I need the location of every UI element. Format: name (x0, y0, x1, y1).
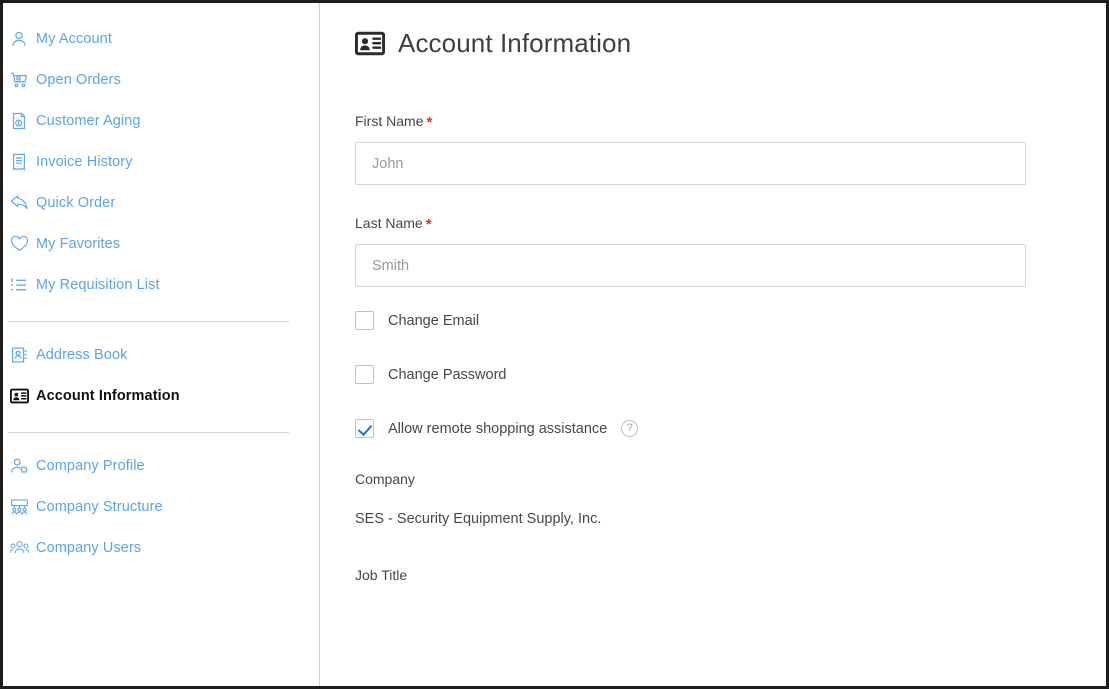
reply-arrow-icon (8, 192, 30, 214)
sidebar-item-label: My Favorites (36, 236, 121, 252)
heart-icon (8, 233, 30, 255)
sidebar-item-invoice-history[interactable]: Invoice History (3, 147, 319, 177)
sidebar-item-label: Company Profile (36, 458, 145, 474)
user-icon (8, 28, 30, 50)
sidebar-item-account-information[interactable]: Account Information (3, 381, 319, 411)
allow-remote-assistance-row: Allow remote shopping assistance ? (355, 419, 1106, 438)
last-name-field-block: Last Name * (355, 215, 1106, 287)
account-information-form: First Name* Last Name* Change Email Chan… (355, 113, 1106, 583)
change-email-checkbox[interactable] (355, 311, 374, 330)
user-gear-icon (8, 455, 30, 477)
first-name-label: First Name * (355, 113, 1106, 131)
change-password-checkbox[interactable] (355, 365, 374, 384)
address-book-icon (8, 344, 30, 366)
sidebar-item-quick-order[interactable]: Quick Order (3, 188, 319, 218)
sidebar-item-label: Company Users (36, 540, 142, 556)
id-card-icon (8, 385, 30, 407)
first-name-input[interactable] (355, 142, 1026, 185)
sidebar-item-label: Company Structure (36, 499, 163, 515)
sidebar: My Account Open Orders Customer Aging In… (3, 3, 320, 686)
sidebar-item-my-requisition-list[interactable]: My Requisition List (3, 270, 319, 300)
sidebar-group-company: Company Profile Company Structure Compan… (3, 433, 319, 563)
sidebar-item-my-account[interactable]: My Account (3, 24, 319, 54)
last-name-label: Last Name * (355, 215, 1106, 233)
sidebar-item-label: Customer Aging (36, 113, 141, 129)
list-icon (8, 274, 30, 296)
org-chart-icon (8, 496, 30, 518)
required-asterisk: * (425, 216, 432, 233)
help-icon[interactable]: ? (621, 420, 639, 437)
shopping-cart-icon (8, 69, 30, 91)
change-password-row: Change Password (355, 365, 1106, 384)
sidebar-group-account: My Account Open Orders Customer Aging In… (3, 3, 319, 300)
sidebar-item-my-favorites[interactable]: My Favorites (3, 229, 319, 259)
sidebar-item-label: Account Information (36, 388, 180, 404)
sidebar-group-profile: Address Book Account Information (3, 322, 319, 411)
first-name-label-text: First Name (355, 113, 424, 129)
main-content: Account Information First Name* Last Nam… (321, 3, 1106, 686)
page-title: Account Information (398, 28, 632, 58)
account-information-page: My Account Open Orders Customer Aging In… (0, 0, 1109, 689)
invoice-dollar-icon (8, 110, 30, 132)
change-email-row: Change Email (355, 311, 1106, 330)
sidebar-item-company-users[interactable]: Company Users (3, 533, 319, 563)
change-password-label: Change Password (388, 366, 507, 383)
job-title-label: Job Title (355, 567, 408, 583)
change-email-label: Change Email (388, 312, 480, 329)
id-card-icon (355, 31, 385, 56)
sidebar-item-label: Quick Order (36, 195, 116, 211)
last-name-label-text: Last Name (355, 215, 423, 231)
sidebar-item-label: Invoice History (36, 154, 133, 170)
company-label: Company (355, 471, 415, 487)
sidebar-item-open-orders[interactable]: Open Orders (3, 65, 319, 95)
allow-remote-assistance-label: Allow remote shopping assistance (388, 420, 608, 437)
receipt-icon (8, 151, 30, 173)
page-header: Account Information (355, 28, 631, 59)
first-name-field-block: First Name * (355, 113, 1106, 185)
sidebar-item-label: My Requisition List (36, 277, 160, 293)
allow-remote-assistance-checkbox[interactable] (355, 419, 374, 438)
last-name-input[interactable] (355, 244, 1026, 287)
sidebar-item-company-profile[interactable]: Company Profile (3, 451, 319, 481)
sidebar-item-address-book[interactable]: Address Book (3, 340, 319, 370)
sidebar-item-company-structure[interactable]: Company Structure (3, 492, 319, 522)
required-asterisk: * (426, 114, 433, 131)
users-group-icon (8, 537, 30, 559)
sidebar-item-label: Open Orders (36, 72, 121, 88)
company-value: SES - Security Equipment Supply, Inc. (355, 511, 602, 527)
sidebar-item-label: My Account (36, 31, 112, 47)
sidebar-item-customer-aging[interactable]: Customer Aging (3, 106, 319, 136)
sidebar-item-label: Address Book (36, 347, 128, 363)
